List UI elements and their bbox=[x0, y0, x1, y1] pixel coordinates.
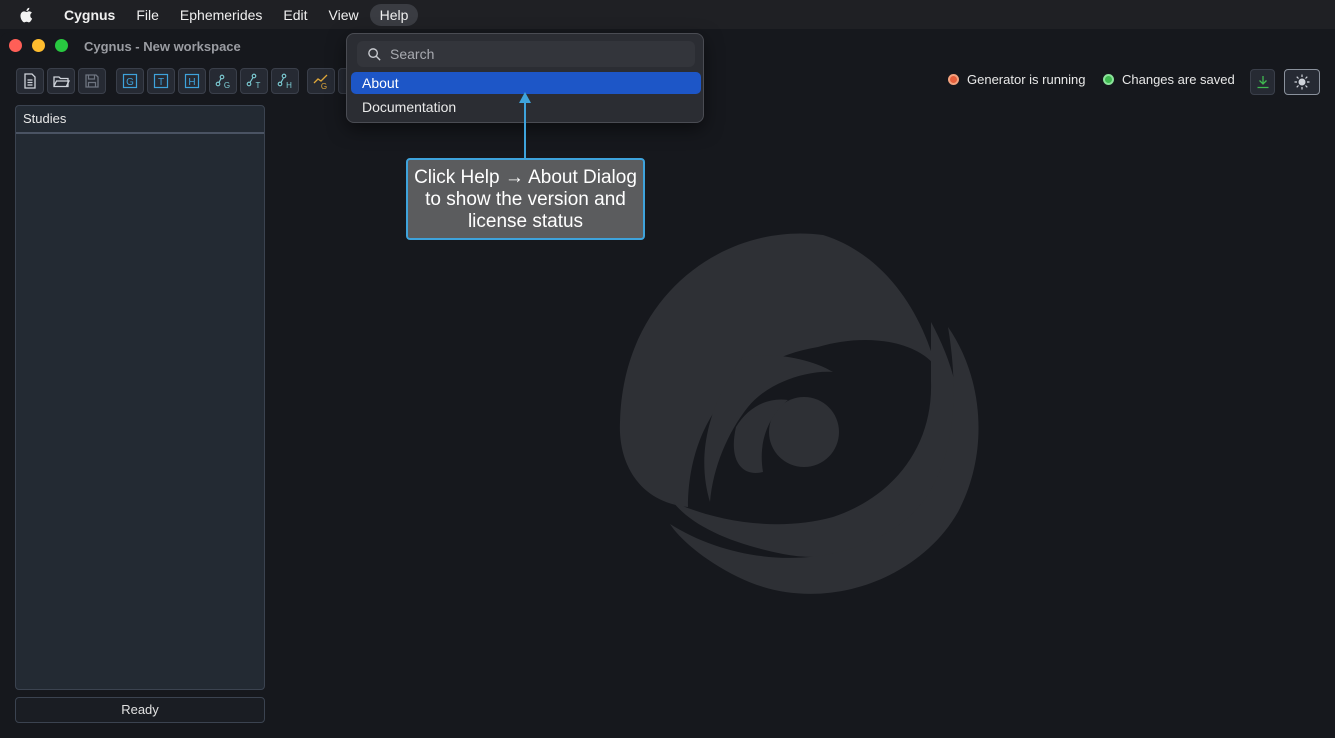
menu-app-name[interactable]: Cygnus bbox=[54, 4, 125, 26]
menu-bar: Cygnus File Ephemerides Edit View Help bbox=[0, 0, 1335, 29]
menu-edit[interactable]: Edit bbox=[273, 4, 317, 26]
t-letter: T bbox=[158, 77, 164, 88]
annotation-line-3: license status bbox=[467, 211, 584, 232]
cygnus-logo-icon bbox=[619, 233, 979, 594]
generator-status: Generator is running bbox=[948, 72, 1086, 87]
window-title: Cygnus - New workspace bbox=[84, 39, 241, 54]
download-icon bbox=[1257, 76, 1268, 89]
generator-h-button[interactable]: H bbox=[178, 68, 206, 94]
annotation-line-2: to show the version and bbox=[425, 189, 626, 210]
g-letter: G bbox=[126, 77, 134, 88]
chart-g-icon: G bbox=[215, 74, 230, 90]
maximize-window-button[interactable] bbox=[55, 39, 68, 52]
help-search-placeholder: Search bbox=[390, 46, 435, 62]
chart-h-button[interactable]: H bbox=[271, 68, 299, 94]
save-status-dot bbox=[1103, 74, 1114, 85]
save-status: Changes are saved bbox=[1103, 72, 1235, 87]
chart-h-letter: H bbox=[286, 81, 292, 90]
generator-status-text: Generator is running bbox=[967, 72, 1086, 87]
sun-icon bbox=[1294, 74, 1310, 90]
help-search-field[interactable]: Search bbox=[357, 41, 695, 67]
studies-panel[interactable]: Studies bbox=[15, 105, 265, 690]
studies-header: Studies bbox=[16, 106, 264, 134]
close-window-button[interactable] bbox=[9, 39, 22, 52]
new-document-icon bbox=[24, 73, 36, 89]
trend-g-letter: G bbox=[321, 82, 327, 90]
generator-g-button[interactable]: G bbox=[116, 68, 144, 94]
h-letter-icon: H bbox=[184, 73, 200, 89]
menu-ephemerides[interactable]: Ephemerides bbox=[170, 4, 273, 26]
theme-toggle-button[interactable] bbox=[1284, 69, 1320, 95]
chart-h-icon: H bbox=[277, 73, 292, 90]
chart-g-button[interactable]: G bbox=[209, 68, 237, 94]
chart-t-letter: T bbox=[256, 81, 261, 90]
chart-g-letter: G bbox=[224, 81, 230, 90]
g-letter-icon: G bbox=[122, 73, 138, 89]
annotation-callout: Click Help → About Dialog to show the ve… bbox=[406, 158, 645, 240]
generator-t-button[interactable]: T bbox=[147, 68, 175, 94]
annotation-arrow-line bbox=[524, 100, 526, 158]
save-status-text: Changes are saved bbox=[1122, 72, 1235, 87]
chart-t-icon: T bbox=[246, 73, 261, 90]
generator-status-dot bbox=[948, 74, 959, 85]
trend-g-button[interactable]: G bbox=[307, 68, 335, 94]
menu-file[interactable]: File bbox=[126, 4, 169, 26]
app-window: Cygnus - New workspace G T H G T H G Gen… bbox=[0, 32, 1335, 738]
t-letter-icon: T bbox=[153, 73, 169, 89]
download-button[interactable] bbox=[1250, 69, 1275, 95]
status-ready: Ready bbox=[15, 697, 265, 723]
apple-icon[interactable] bbox=[18, 6, 36, 24]
menu-help[interactable]: Help bbox=[369, 3, 419, 26]
trend-g-icon: G bbox=[313, 74, 328, 90]
h-letter: H bbox=[188, 77, 195, 88]
annotation-line-1: Click Help → About Dialog bbox=[414, 167, 637, 188]
menu-view[interactable]: View bbox=[319, 4, 369, 26]
search-icon bbox=[368, 47, 381, 61]
menu-item-about[interactable]: About bbox=[351, 72, 701, 94]
minimize-window-button[interactable] bbox=[32, 39, 45, 52]
new-document-button[interactable] bbox=[16, 68, 44, 94]
open-workspace-button[interactable] bbox=[47, 68, 75, 94]
save-workspace-button[interactable] bbox=[78, 68, 106, 94]
open-folder-icon bbox=[53, 76, 70, 88]
chart-t-button[interactable]: T bbox=[240, 68, 268, 94]
save-icon bbox=[85, 74, 99, 88]
